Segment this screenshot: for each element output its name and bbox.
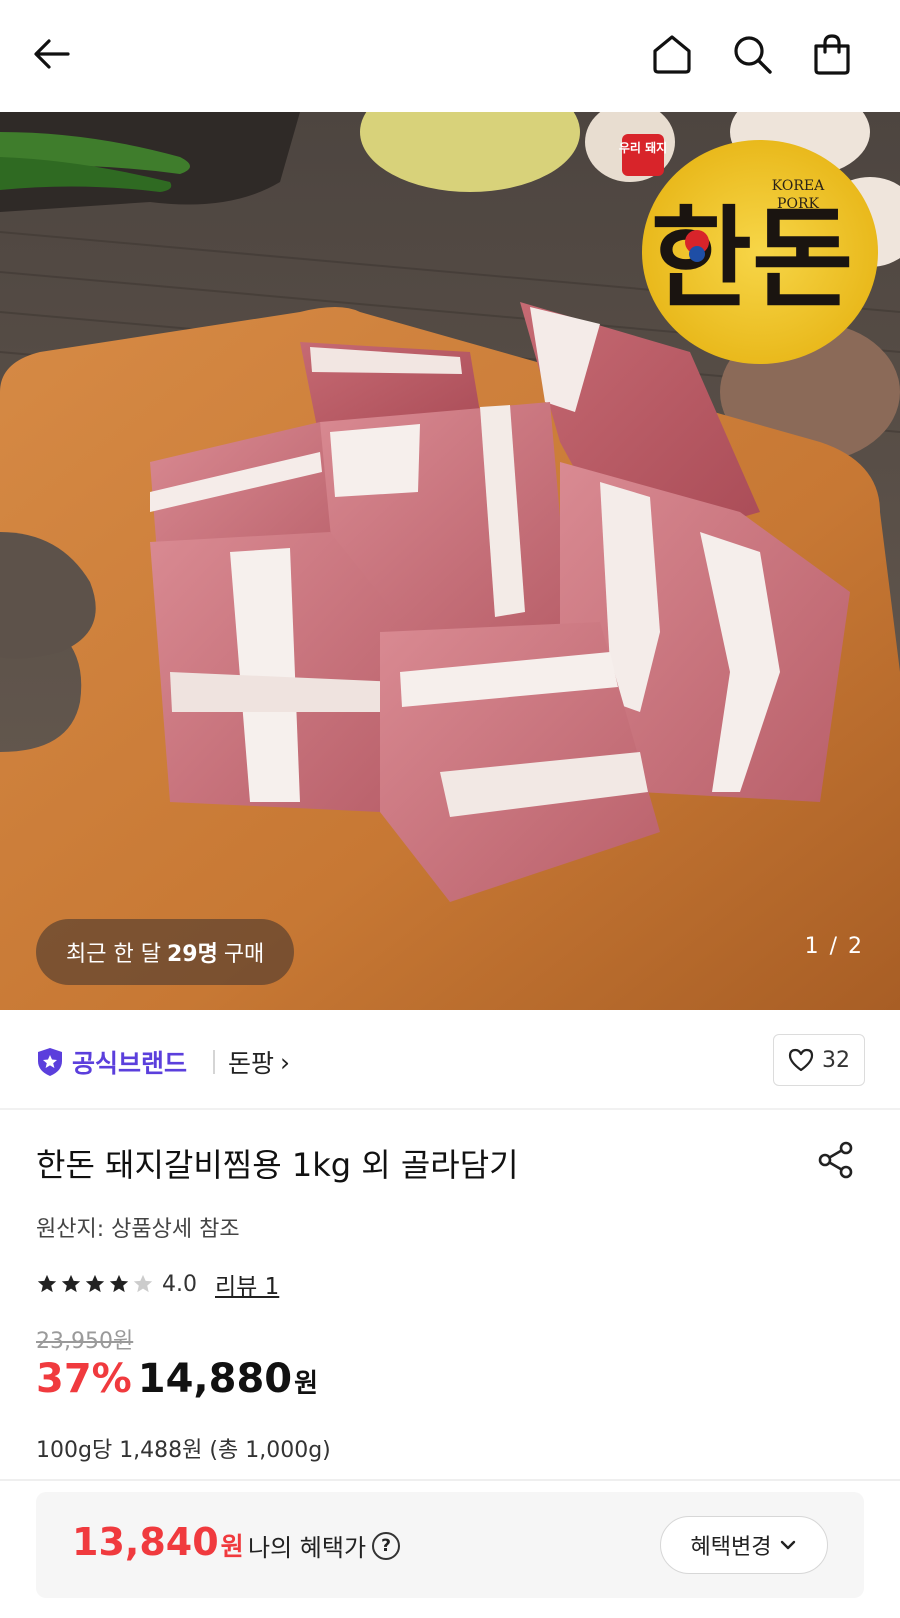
brand-divider xyxy=(213,1050,215,1074)
sale-price: 14,880 xyxy=(137,1356,293,1402)
product-image-carousel[interactable]: 우리 돼지 한돈 KOREA PORK 최근 한 달 29명 구매 1 / 2 xyxy=(0,112,900,1010)
star-filled-icon xyxy=(109,1274,129,1293)
price-row: 37% 14,880 원 xyxy=(36,1356,318,1402)
sale-price-unit: 원 xyxy=(294,1369,319,1399)
benefit-price-value: 13,840 xyxy=(72,1520,219,1564)
change-benefit-label: 혜택변경 xyxy=(690,1535,772,1560)
heart-icon xyxy=(788,1048,814,1072)
like-count: 32 xyxy=(822,1047,850,1073)
rating-row: 4.0 리뷰 1 xyxy=(36,1267,279,1301)
official-brand-label: 공식브랜드 xyxy=(72,1049,188,1078)
help-icon[interactable]: ? xyxy=(372,1531,401,1560)
image-page-indicator: 1 / 2 xyxy=(804,934,864,959)
shopping-bag-icon xyxy=(814,34,850,75)
unit-price: 100g당 1,488원 (총 1,000g) xyxy=(36,1438,331,1463)
star-rating xyxy=(36,1273,154,1295)
discount-rate: 37% xyxy=(36,1356,132,1402)
home-button[interactable] xyxy=(644,26,700,82)
benefit-price-unit: 원 xyxy=(220,1532,244,1561)
like-button[interactable]: 32 xyxy=(773,1034,865,1086)
original-price: 23,950원 xyxy=(36,1329,134,1354)
star-filled-icon xyxy=(61,1274,81,1293)
share-button[interactable] xyxy=(812,1136,860,1184)
rating-value: 4.0 xyxy=(162,1271,197,1297)
benefit-price: 13,840 원 xyxy=(72,1520,244,1564)
store-link[interactable]: 돈팡 › xyxy=(228,1044,290,1080)
official-shield-icon xyxy=(38,1048,62,1076)
change-benefit-button[interactable]: 혜택변경 xyxy=(660,1516,828,1574)
recent-purchase-suffix: 구매 xyxy=(223,942,265,967)
product-photo: 우리 돼지 한돈 KOREA PORK xyxy=(0,112,900,1010)
star-filled-icon xyxy=(37,1274,57,1293)
official-brand-badge: 공식브랜드 xyxy=(36,1044,187,1080)
top-bar xyxy=(0,0,900,112)
review-link[interactable]: 리뷰 1 xyxy=(215,1267,279,1301)
origin-info: 원산지: 상품상세 참조 xyxy=(36,1217,240,1242)
logo-english-line2: PORK xyxy=(777,196,819,212)
benefit-label: 나의 혜택가 ? xyxy=(248,1528,401,1563)
home-icon xyxy=(653,35,691,74)
search-icon xyxy=(734,36,772,74)
recent-purchase-badge: 최근 한 달 29명 구매 xyxy=(36,919,295,985)
store-name: 돈팡 xyxy=(228,1049,275,1078)
recent-purchase-count: 29명 xyxy=(166,942,218,967)
star-empty-icon xyxy=(133,1274,153,1293)
share-icon xyxy=(818,1141,853,1179)
benefit-price-box: 13,840 원 나의 혜택가 ? 혜택변경 xyxy=(36,1492,864,1598)
search-button[interactable] xyxy=(724,26,780,82)
recent-purchase-prefix: 최근 한 달 xyxy=(66,942,161,967)
divider xyxy=(0,1479,900,1481)
benefit-label-text: 나의 혜택가 xyxy=(248,1534,367,1562)
star-filled-icon xyxy=(85,1274,105,1293)
brand-row: 공식브랜드 돈팡 › 32 xyxy=(0,1010,900,1110)
product-title: 한돈 돼지갈비찜용 1kg 외 골라담기 xyxy=(36,1146,519,1184)
chevron-down-icon xyxy=(781,1540,796,1550)
cart-button[interactable] xyxy=(804,26,860,82)
logo-badge-text: 우리 돼지 xyxy=(619,140,667,155)
logo-english-line1: KOREA xyxy=(772,178,825,194)
back-button[interactable] xyxy=(24,26,80,82)
logo-korean-text: 한돈 xyxy=(651,194,853,323)
chevron-right-icon: › xyxy=(280,1047,291,1077)
arrow-left-icon xyxy=(34,39,70,69)
